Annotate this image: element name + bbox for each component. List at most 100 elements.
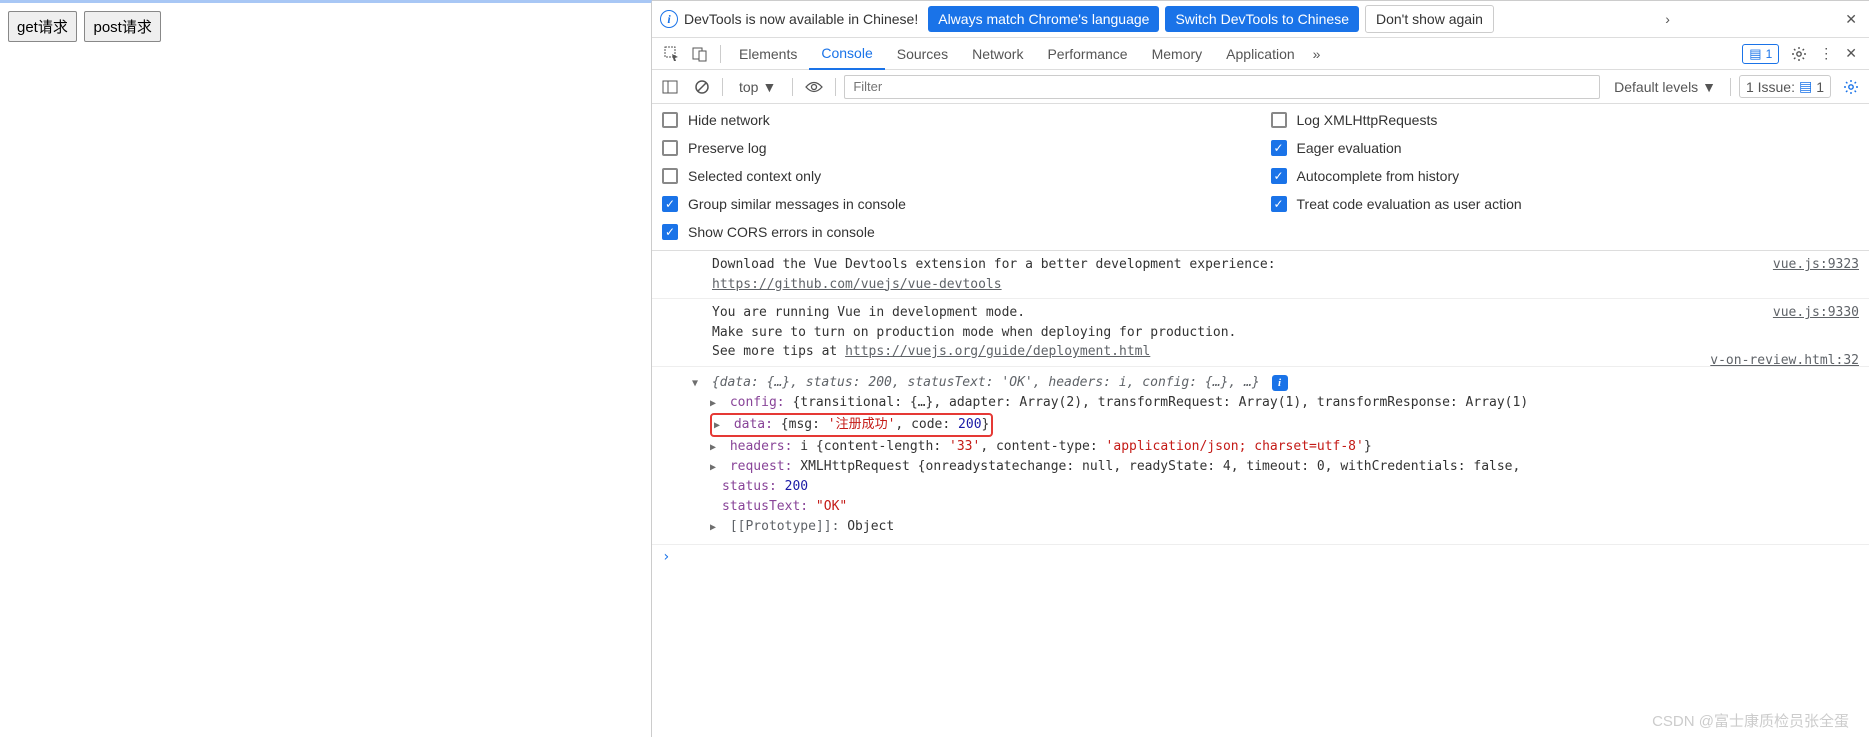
setting-label: Hide network	[688, 112, 770, 128]
property-key: status:	[722, 479, 785, 494]
brace: {msg:	[781, 417, 828, 432]
issues-badge[interactable]: ▤ 1	[1742, 44, 1779, 64]
tab-console[interactable]: Console	[809, 38, 884, 70]
setting-treat-eval-user-action[interactable]: ✓Treat code evaluation as user action	[1271, 196, 1860, 212]
console-log-entry: vue.js:9330 You are running Vue in devel…	[652, 299, 1869, 367]
checkbox[interactable]	[662, 140, 678, 156]
tabs-overflow-icon[interactable]: »	[1307, 40, 1327, 68]
log-link[interactable]: https://github.com/vuejs/vue-devtools	[712, 277, 1002, 292]
sidebar-toggle-icon[interactable]	[658, 75, 682, 99]
checkbox[interactable]	[662, 168, 678, 184]
property-key: request:	[730, 459, 800, 474]
webpage-pane: get请求 post请求	[0, 0, 652, 737]
context-selector[interactable]: top ▼	[731, 76, 784, 98]
close-devtools-icon[interactable]: ✕	[1839, 39, 1863, 68]
clear-console-icon[interactable]	[690, 75, 714, 99]
devtools-tab-bar: Elements Console Sources Network Perform…	[652, 38, 1869, 70]
console-prompt[interactable]: ›	[652, 545, 1869, 569]
issues-label: 1 Issue:	[1746, 79, 1795, 95]
object-property-row[interactable]: ▶ config: {transitional: {…}, adapter: A…	[692, 393, 1861, 413]
banner-overflow-icon[interactable]: ›	[1661, 11, 1674, 27]
console-settings-gear-icon[interactable]	[1839, 75, 1863, 99]
filter-input[interactable]	[844, 75, 1600, 99]
kebab-menu-icon[interactable]: ⋮	[1813, 39, 1839, 68]
get-request-button[interactable]: get请求	[8, 11, 77, 42]
checkbox[interactable]: ✓	[1271, 140, 1287, 156]
info-icon[interactable]: i	[1272, 375, 1288, 391]
expand-triangle-right-icon[interactable]: ▶	[710, 396, 720, 412]
device-toolbar-icon[interactable]	[686, 40, 714, 68]
issues-count: 1	[1766, 47, 1773, 61]
setting-group-similar[interactable]: ✓ Group similar messages in console	[662, 196, 1251, 212]
setting-preserve-log[interactable]: Preserve log	[662, 140, 1251, 156]
context-selector-label: top	[739, 79, 758, 95]
dont-show-again-button[interactable]: Don't show again	[1365, 5, 1494, 33]
checkbox[interactable]: ✓	[1271, 168, 1287, 184]
setting-label: Log XMLHttpRequests	[1297, 112, 1438, 128]
log-link[interactable]: https://vuejs.org/guide/deployment.html	[845, 344, 1150, 359]
expand-triangle-right-icon[interactable]: ▶	[710, 460, 720, 476]
log-source-link[interactable]: vue.js:9330	[1773, 303, 1859, 323]
switch-language-button[interactable]: Switch DevTools to Chinese	[1165, 6, 1359, 32]
setting-show-cors[interactable]: ✓ Show CORS errors in console	[662, 224, 1251, 240]
message-icon: ▤	[1799, 78, 1812, 95]
property-value: Object	[847, 519, 894, 534]
separator	[792, 78, 793, 96]
log-source-link[interactable]: v-on-review.html:32	[1710, 351, 1859, 371]
tab-network[interactable]: Network	[960, 39, 1035, 69]
object-property-row[interactable]: ▶ headers: i {content-length: '33', cont…	[692, 437, 1861, 457]
inspect-element-icon[interactable]	[658, 40, 686, 68]
setting-hide-network[interactable]: Hide network	[662, 112, 1251, 128]
expand-triangle-right-icon[interactable]: ▶	[710, 520, 720, 536]
live-expression-eye-icon[interactable]	[801, 76, 827, 98]
issues-counter[interactable]: 1 Issue: ▤ 1	[1739, 75, 1831, 98]
number-value: 200	[785, 479, 808, 494]
object-property-row[interactable]: ▶ request: XMLHttpRequest {onreadystatec…	[692, 457, 1861, 477]
log-text: Make sure to turn on production mode whe…	[712, 325, 1236, 340]
checkbox[interactable]	[662, 112, 678, 128]
setting-label: Group similar messages in console	[688, 196, 906, 212]
always-match-language-button[interactable]: Always match Chrome's language	[928, 6, 1159, 32]
setting-selected-context[interactable]: Selected context only	[662, 168, 1251, 184]
object-property-row[interactable]: ▶ [[Prototype]]: Object	[692, 517, 1861, 537]
message-icon: ▤	[1749, 46, 1761, 62]
separator	[1730, 78, 1731, 96]
settings-gear-icon[interactable]	[1785, 40, 1813, 68]
info-icon: i	[660, 10, 678, 28]
checkbox[interactable]: ✓	[1271, 196, 1287, 212]
checkbox[interactable]	[1271, 112, 1287, 128]
text: , content-type:	[980, 439, 1105, 454]
separator	[722, 78, 723, 96]
expand-triangle-right-icon[interactable]: ▶	[710, 440, 720, 456]
object-property-row-data[interactable]: ▶ data: {msg: '注册成功', code: 200}	[692, 413, 1861, 437]
property-value: {transitional: {…}, adapter: Array(2), t…	[792, 395, 1528, 410]
log-levels-selector[interactable]: Default levels ▼	[1608, 76, 1722, 98]
language-banner-text: DevTools is now available in Chinese!	[684, 11, 918, 27]
setting-autocomplete-history[interactable]: ✓ Autocomplete from history	[1271, 168, 1860, 184]
object-property-row: statusText: "OK"	[692, 497, 1861, 517]
setting-eager-evaluation[interactable]: ✓Eager evaluation	[1271, 140, 1860, 156]
log-text: Download the Vue Devtools extension for …	[712, 257, 1276, 272]
highlighted-data-row: ▶ data: {msg: '注册成功', code: 200}	[710, 413, 993, 437]
setting-label: Show CORS errors in console	[688, 224, 875, 240]
post-request-button[interactable]: post请求	[84, 11, 160, 42]
expand-triangle-right-icon[interactable]: ▶	[714, 418, 724, 434]
object-summary-row[interactable]: ▼ {data: {…}, status: 200, statusText: '…	[692, 373, 1861, 393]
checkbox[interactable]: ✓	[662, 196, 678, 212]
brace: }	[1364, 439, 1372, 454]
tab-sources[interactable]: Sources	[885, 39, 960, 69]
setting-log-xhr[interactable]: Log XMLHttpRequests	[1271, 112, 1860, 128]
tab-elements[interactable]: Elements	[727, 39, 809, 69]
close-banner-icon[interactable]: ✕	[1841, 11, 1861, 28]
log-source-link[interactable]: vue.js:9323	[1773, 255, 1859, 275]
setting-label: Autocomplete from history	[1297, 168, 1460, 184]
watermark-text: CSDN @富士康质检员张全蛋	[1652, 710, 1849, 731]
log-text: You are running Vue in development mode.	[712, 305, 1025, 320]
log-levels-label: Default levels	[1614, 79, 1698, 95]
checkbox[interactable]: ✓	[662, 224, 678, 240]
tab-application[interactable]: Application	[1214, 39, 1307, 69]
console-settings-panel: Hide network Log XMLHttpRequests Preserv…	[652, 104, 1869, 251]
tab-memory[interactable]: Memory	[1140, 39, 1215, 69]
expand-triangle-down-icon[interactable]: ▼	[692, 376, 702, 392]
tab-performance[interactable]: Performance	[1035, 39, 1139, 69]
